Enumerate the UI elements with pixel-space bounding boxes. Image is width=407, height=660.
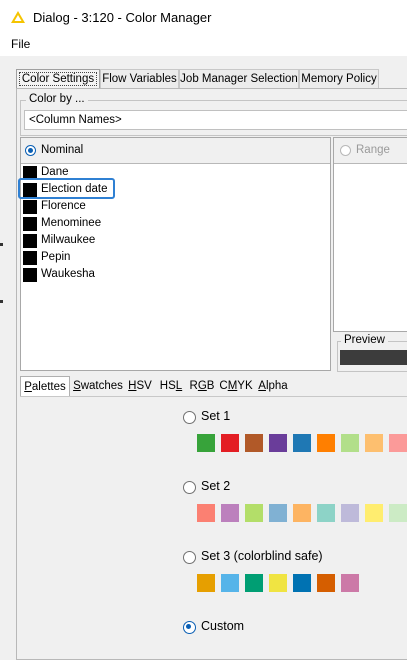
title-bar: Dialog - 3:120 - Color Manager [0, 0, 407, 34]
palette-color-swatch[interactable] [197, 434, 215, 452]
tab-alpha[interactable]: Alpha [256, 376, 290, 396]
app-logo-icon [11, 11, 25, 23]
set-2-radio[interactable] [183, 481, 196, 494]
tab-rgb[interactable]: RGB [188, 376, 216, 396]
palette-color-swatch[interactable] [389, 434, 407, 452]
tab-flow-variables[interactable]: Flow Variables [100, 69, 179, 88]
tab-job-manager-selection[interactable]: Job Manager Selection [179, 69, 299, 88]
palette-color-swatch[interactable] [341, 504, 359, 522]
set-1-radio[interactable] [183, 411, 196, 424]
range-panel: Range [333, 137, 407, 332]
range-radio[interactable] [340, 145, 351, 156]
color-swatch [23, 268, 37, 282]
palette-color-swatch[interactable] [341, 434, 359, 452]
palette-color-swatch[interactable] [293, 434, 311, 452]
nominal-panel: Nominal Dane Election date Florence Meno… [18, 137, 331, 371]
color-chooser-tabs: Palettes Swatches HSV HSL RGB CMYK Alpha [20, 376, 407, 396]
menu-bar: File [0, 34, 407, 56]
palette-color-swatch[interactable] [197, 574, 215, 592]
window-title: Dialog - 3:120 - Color Manager [33, 10, 212, 25]
palette-color-swatch[interactable] [269, 504, 287, 522]
palettes-panel: Set 1 Set 2 Set 3 (colorblind safe) Cust… [20, 396, 407, 652]
menu-file[interactable]: File [11, 37, 30, 51]
palette-color-swatch[interactable] [221, 434, 239, 452]
set-1-label: Set 1 [201, 409, 231, 423]
palette-color-swatch[interactable] [317, 504, 335, 522]
set-3-label: Set 3 (colorblind safe) [201, 549, 323, 563]
nominal-radio[interactable] [25, 145, 36, 156]
palette-color-swatch[interactable] [293, 504, 311, 522]
tab-color-settings[interactable]: Color Settings [16, 69, 100, 88]
set-2-label: Set 2 [201, 479, 231, 493]
color-swatch [23, 200, 37, 214]
tab-memory-policy[interactable]: Memory Policy [299, 69, 379, 88]
edge-mark [0, 300, 3, 303]
set-3-radio[interactable] [183, 551, 196, 564]
tab-swatches[interactable]: Swatches [72, 376, 124, 396]
color-swatch [23, 234, 37, 248]
palette-color-swatch[interactable] [221, 574, 239, 592]
palette-color-swatch[interactable] [317, 574, 335, 592]
palette-color-swatch[interactable] [341, 574, 359, 592]
preview-bar [340, 350, 407, 365]
palette-color-swatch[interactable] [269, 574, 287, 592]
palette-color-swatch[interactable] [317, 434, 335, 452]
tab-hsl[interactable]: HSL [157, 376, 185, 396]
palette-color-swatch[interactable] [389, 504, 407, 522]
custom-label: Custom [201, 619, 245, 633]
preview-label: Preview [341, 334, 388, 346]
tab-cmyk[interactable]: CMYK [219, 376, 253, 396]
color-by-legend: Color by ... [26, 93, 88, 105]
palette-color-swatch[interactable] [245, 504, 263, 522]
palette-color-swatch[interactable] [197, 504, 215, 522]
palette-color-swatch[interactable] [221, 504, 239, 522]
nominal-label: Nominal [41, 144, 84, 156]
palette-color-swatch[interactable] [269, 434, 287, 452]
edge-mark [0, 243, 3, 246]
tab-hsv[interactable]: HSV [126, 376, 154, 396]
palette-color-swatch[interactable] [293, 574, 311, 592]
palette-color-swatch[interactable] [365, 434, 383, 452]
palette-color-swatch[interactable] [245, 574, 263, 592]
nominal-header: Nominal [21, 138, 330, 164]
palette-color-swatch[interactable] [245, 434, 263, 452]
color-swatch [23, 251, 37, 265]
color-swatch [23, 217, 37, 231]
color-by-select[interactable]: <Column Names> [24, 110, 407, 130]
custom-radio[interactable] [183, 621, 196, 634]
tab-palettes[interactable]: Palettes [20, 376, 70, 396]
range-header: Range [334, 138, 407, 164]
selection-highlight [18, 178, 115, 199]
palette-color-swatch[interactable] [365, 504, 383, 522]
range-label: Range [356, 144, 390, 156]
